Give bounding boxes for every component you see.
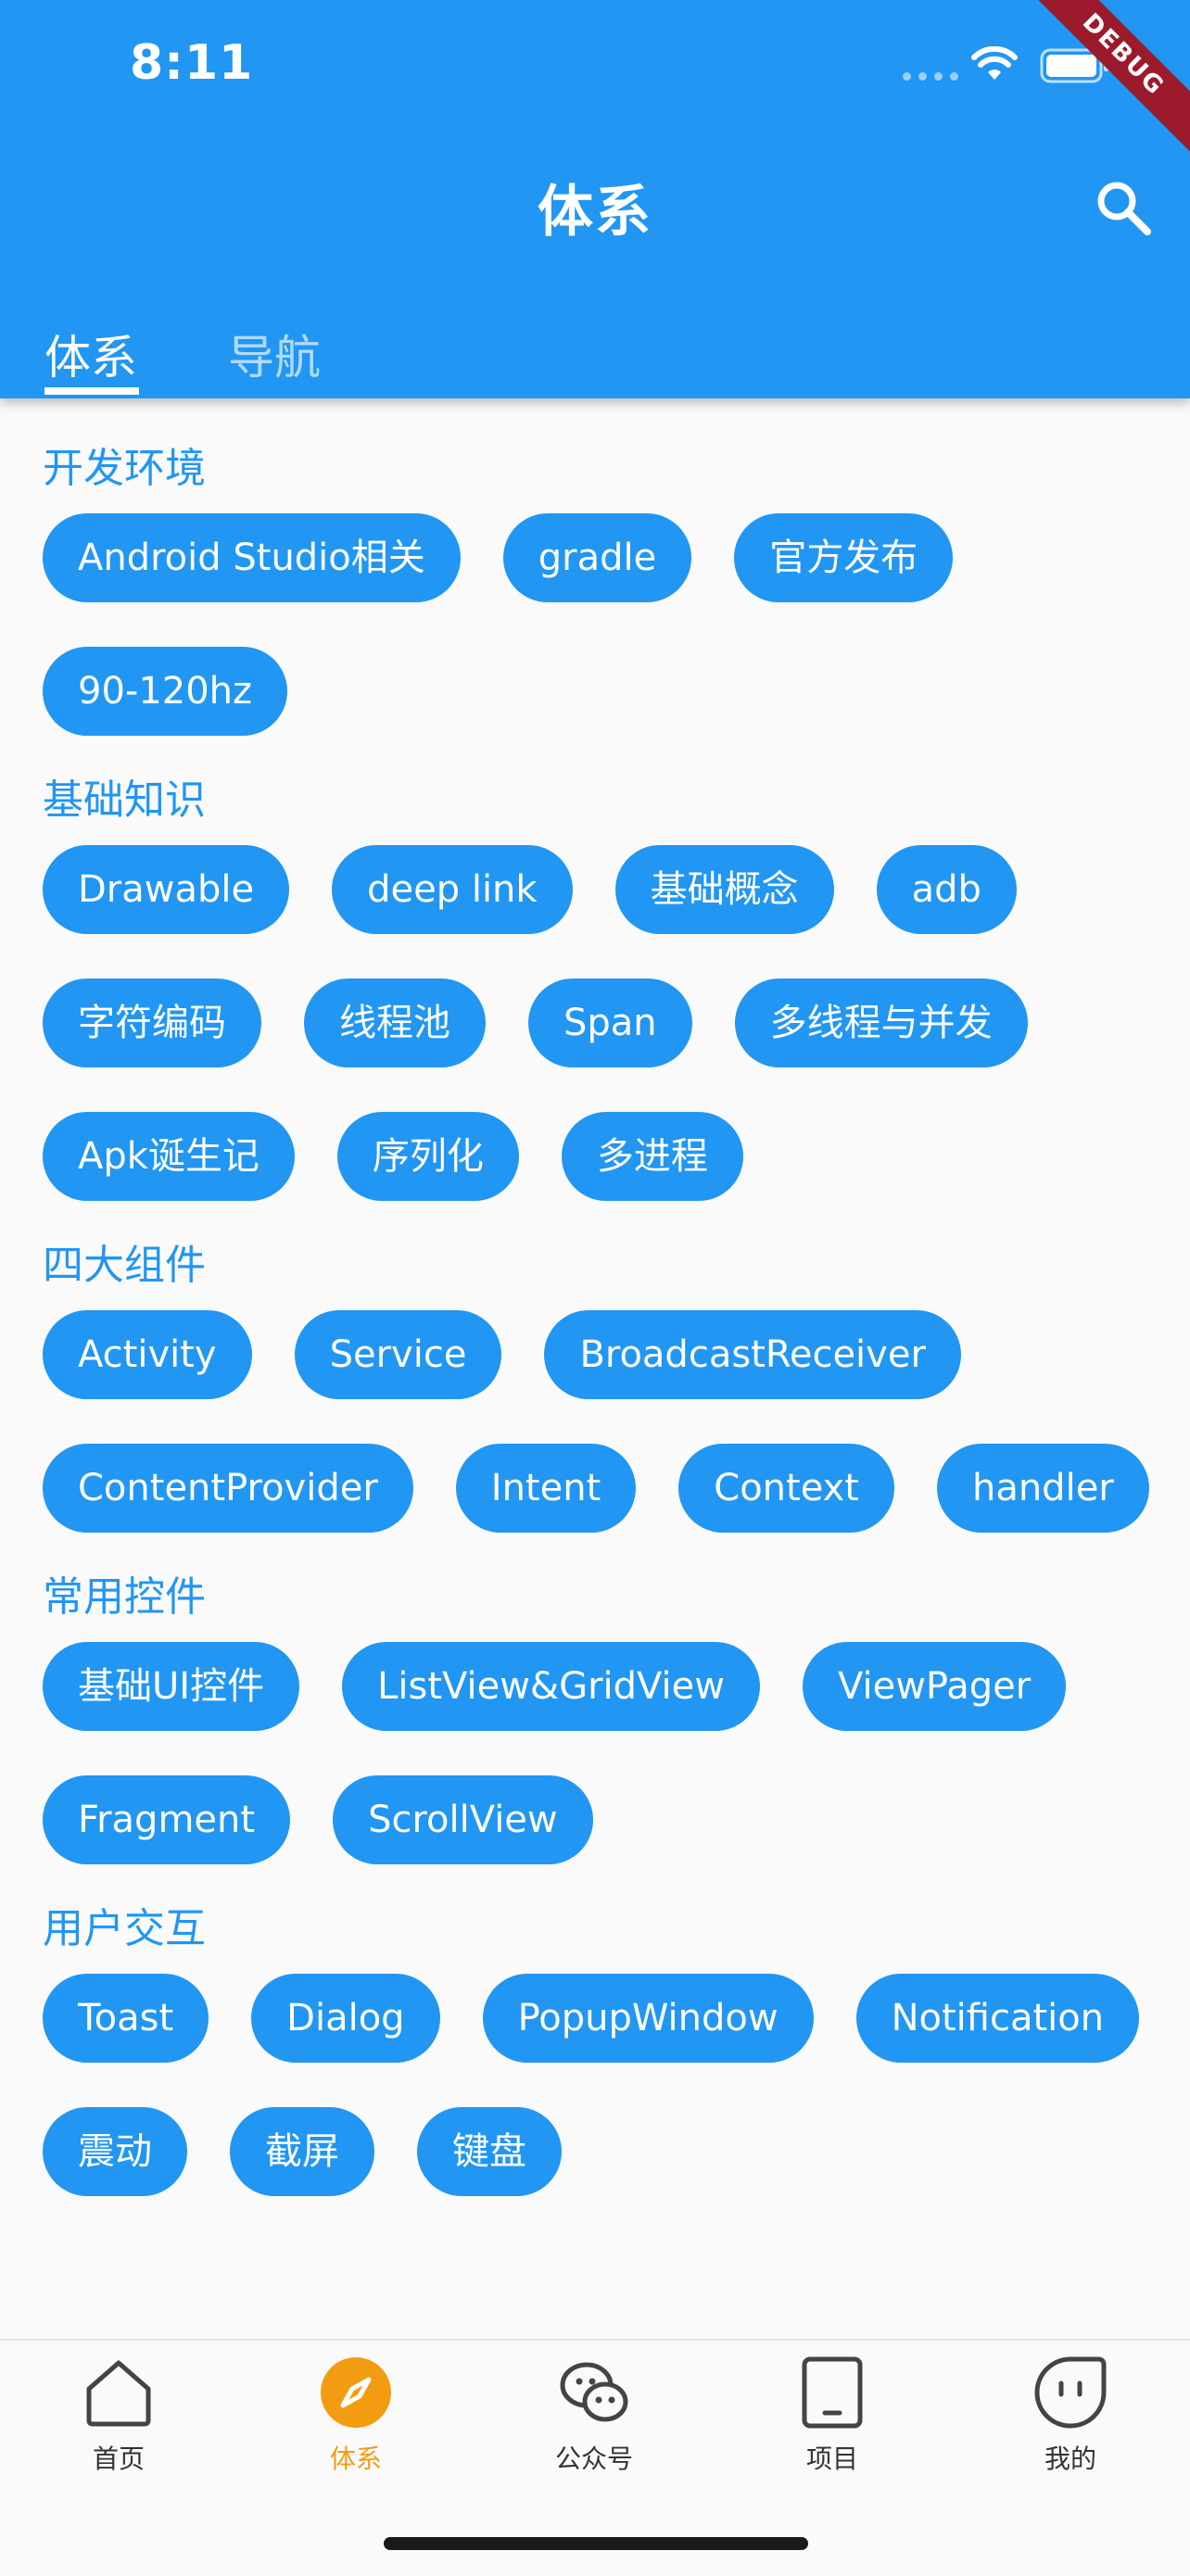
chip-screenshot[interactable]: 截屏 [230,2107,374,2196]
chip-apk-birth[interactable]: Apk诞生记 [43,1112,295,1201]
search-icon[interactable] [1094,178,1153,237]
nav-label: 项目 [805,2443,858,2474]
chip-fragment[interactable]: Fragment [43,1775,291,1864]
status-time: 8:11 [130,35,254,91]
section-four-components: 四大组件 Activity Service BroadcastReceiver … [0,1234,1190,1533]
chip-notification[interactable]: Notification [855,1974,1140,2063]
wechat-icon [560,2362,628,2422]
chip-keyboard[interactable]: 键盘 [417,2107,562,2196]
section-basics: 基础知识 Drawable deep link 基础概念 adb 字符编码 线程… [0,769,1190,1201]
section-dev-environment: 开发环境 Android Studio相关 gradle 官方发布 90-120… [0,437,1190,736]
chip-group: Toast Dialog PopupWindow Notification 震动… [43,1974,1183,2196]
nav-label: 体系 [329,2443,382,2474]
page-title: 体系 [538,180,652,245]
chip-deep-link[interactable]: deep link [332,845,573,934]
nav-projects[interactable]: 项目 [740,2355,925,2476]
chip-group: Drawable deep link 基础概念 adb 字符编码 线程池 Spa… [43,845,1183,1201]
category-list[interactable]: 开发环境 Android Studio相关 gradle 官方发布 90-120… [0,398,1190,2339]
chip-content-provider[interactable]: ContentProvider [43,1444,413,1533]
chip-service[interactable]: Service [294,1310,502,1399]
chip-gradle[interactable]: gradle [502,513,692,602]
chip-group: 基础UI控件 ListView&GridView ViewPager Fragm… [43,1642,1183,1864]
chip-scrollview[interactable]: ScrollView [333,1775,593,1864]
chip-activity[interactable]: Activity [43,1310,252,1399]
section-title[interactable]: 四大组件 [43,1234,1171,1297]
section-common-widgets: 常用控件 基础UI控件 ListView&GridView ViewPager … [0,1566,1190,1864]
tab-indicator [44,387,139,395]
nav-mine[interactable]: 我的 [978,2355,1163,2476]
chip-vibration[interactable]: 震动 [43,2107,187,2196]
chip-adb[interactable]: adb [876,845,1017,934]
nav-home[interactable]: 首页 [26,2355,211,2476]
chip-multithreading[interactable]: 多线程与并发 [734,979,1028,1067]
chip-span[interactable]: Span [528,979,692,1067]
chip-serialization[interactable]: 序列化 [336,1112,519,1201]
chip-context[interactable]: Context [678,1444,894,1533]
chip-dialog[interactable]: Dialog [251,1974,440,2063]
chip-official-release[interactable]: 官方发布 [734,513,954,602]
tab-system[interactable]: 体系 [44,321,137,387]
chip-android-studio[interactable]: Android Studio相关 [43,513,461,602]
smiley-icon [1034,2356,1107,2429]
home-indicator [384,2537,808,2550]
chip-multiprocess[interactable]: 多进程 [561,1112,743,1201]
chip-group: Activity Service BroadcastReceiver Conte… [43,1310,1183,1533]
compass-icon [321,2357,391,2428]
chip-intent[interactable]: Intent [455,1444,637,1533]
chip-char-encoding[interactable]: 字符编码 [43,979,261,1067]
chip-viewpager[interactable]: ViewPager [802,1642,1067,1731]
nav-system[interactable]: 体系 [263,2355,449,2476]
wifi-icon [971,46,1018,80]
tablet-icon [802,2356,863,2429]
nav-label: 首页 [92,2443,145,2474]
section-title[interactable]: 基础知识 [43,769,1171,832]
cellular-signal-icon [903,72,958,81]
nav-label: 我的 [1044,2443,1096,2474]
home-icon [86,2360,151,2427]
chip-drawable[interactable]: Drawable [43,845,290,934]
section-title[interactable]: 开发环境 [43,437,1171,500]
chip-basic-concepts[interactable]: 基础概念 [614,845,834,934]
chip-popupwindow[interactable]: PopupWindow [482,1974,814,2063]
nav-label: 公众号 [554,2443,633,2474]
chip-group: Android Studio相关 gradle 官方发布 90-120hz [43,513,1183,736]
chip-broadcast-receiver[interactable]: BroadcastReceiver [544,1310,961,1399]
chip-toast[interactable]: Toast [43,1974,209,2063]
chip-listview-gridview[interactable]: ListView&GridView [342,1642,760,1731]
section-user-interaction: 用户交互 Toast Dialog PopupWindow Notificati… [0,1898,1190,2196]
section-title[interactable]: 用户交互 [43,1898,1171,1961]
section-title[interactable]: 常用控件 [43,1566,1171,1629]
tab-navigation[interactable]: 导航 [228,321,321,387]
chip-90-120hz[interactable]: 90-120hz [43,647,288,736]
chip-basic-ui[interactable]: 基础UI控件 [43,1642,300,1731]
nav-wechat[interactable]: 公众号 [501,2355,687,2476]
chip-thread-pool[interactable]: 线程池 [304,979,486,1067]
app-bar: 8:11 体系 体系 导航 [0,0,1190,398]
chip-handler[interactable]: handler [936,1444,1149,1533]
